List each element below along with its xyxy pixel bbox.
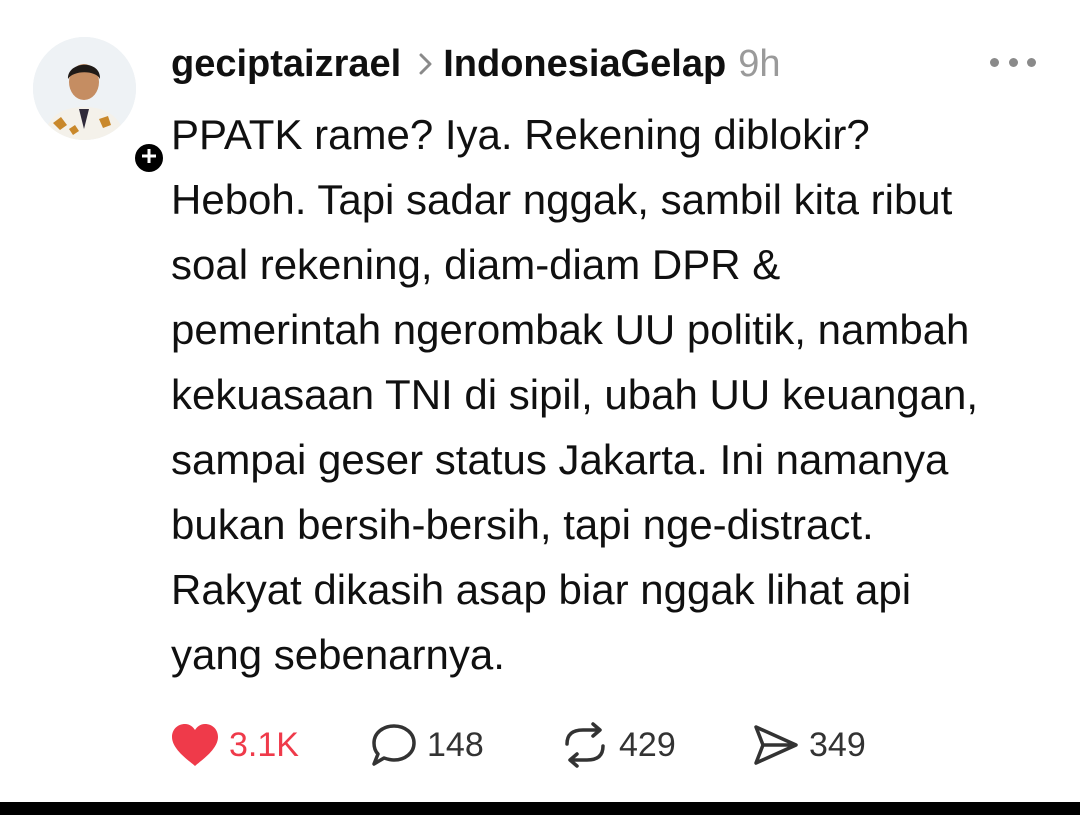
follow-button[interactable] xyxy=(131,140,167,176)
repost-icon xyxy=(559,722,611,768)
repost-count: 429 xyxy=(619,725,676,764)
post-timestamp: 9h xyxy=(738,42,781,85)
heart-icon xyxy=(169,722,221,768)
thread-post: geciptaizrael IndonesiaGelap 9h PPATK ra… xyxy=(0,0,1080,815)
post-actions: 3.1K 148 429 349 xyxy=(169,720,901,770)
topic-tag-link[interactable]: IndonesiaGelap xyxy=(443,43,726,86)
share-count: 349 xyxy=(809,725,866,764)
like-count: 3.1K xyxy=(229,725,299,764)
chevron-right-icon xyxy=(419,53,433,75)
post-header: geciptaizrael IndonesiaGelap 9h xyxy=(171,38,780,90)
share-button[interactable]: 349 xyxy=(751,720,901,770)
post-body: PPATK rame? Iya. Rekening diblokir? Hebo… xyxy=(171,102,1051,687)
avatar[interactable] xyxy=(33,37,136,140)
post-body-line: pemerintah ngerombak UU politik, nambah xyxy=(171,306,970,353)
post-body-line: sampai geser status Jakarta. Ini namanya xyxy=(171,436,949,483)
post-body-line: PPATK rame? Iya. Rekening diblokir? xyxy=(171,111,870,158)
like-button[interactable]: 3.1K xyxy=(169,720,369,770)
plus-icon xyxy=(141,148,157,169)
author-avatar-wrap[interactable] xyxy=(33,37,167,176)
post-body-line: bukan bersih-bersih, tapi nge-distract. xyxy=(171,501,874,548)
send-icon xyxy=(751,722,801,768)
reply-count: 148 xyxy=(427,725,484,764)
post-body-line: Rakyat dikasih asap biar nggak lihat api xyxy=(171,566,912,613)
reply-button[interactable]: 148 xyxy=(369,720,559,770)
post-body-line: Heboh. Tapi sadar nggak, sambil kita rib… xyxy=(171,176,953,223)
repost-button[interactable]: 429 xyxy=(559,720,751,770)
post-body-line: yang sebenarnya. xyxy=(171,631,505,678)
bottom-divider xyxy=(0,802,1080,815)
more-options-button[interactable] xyxy=(990,54,1036,70)
more-dots-icon xyxy=(1027,57,1036,67)
post-body-line: kekuasaan TNI di sipil, ubah UU keuangan… xyxy=(171,371,979,418)
username-link[interactable]: geciptaizrael xyxy=(171,43,401,86)
post-body-line: soal rekening, diam-diam DPR & xyxy=(171,241,781,288)
more-dots-icon xyxy=(990,57,999,67)
more-dots-icon xyxy=(1008,57,1018,67)
comment-bubble-icon xyxy=(369,722,419,768)
